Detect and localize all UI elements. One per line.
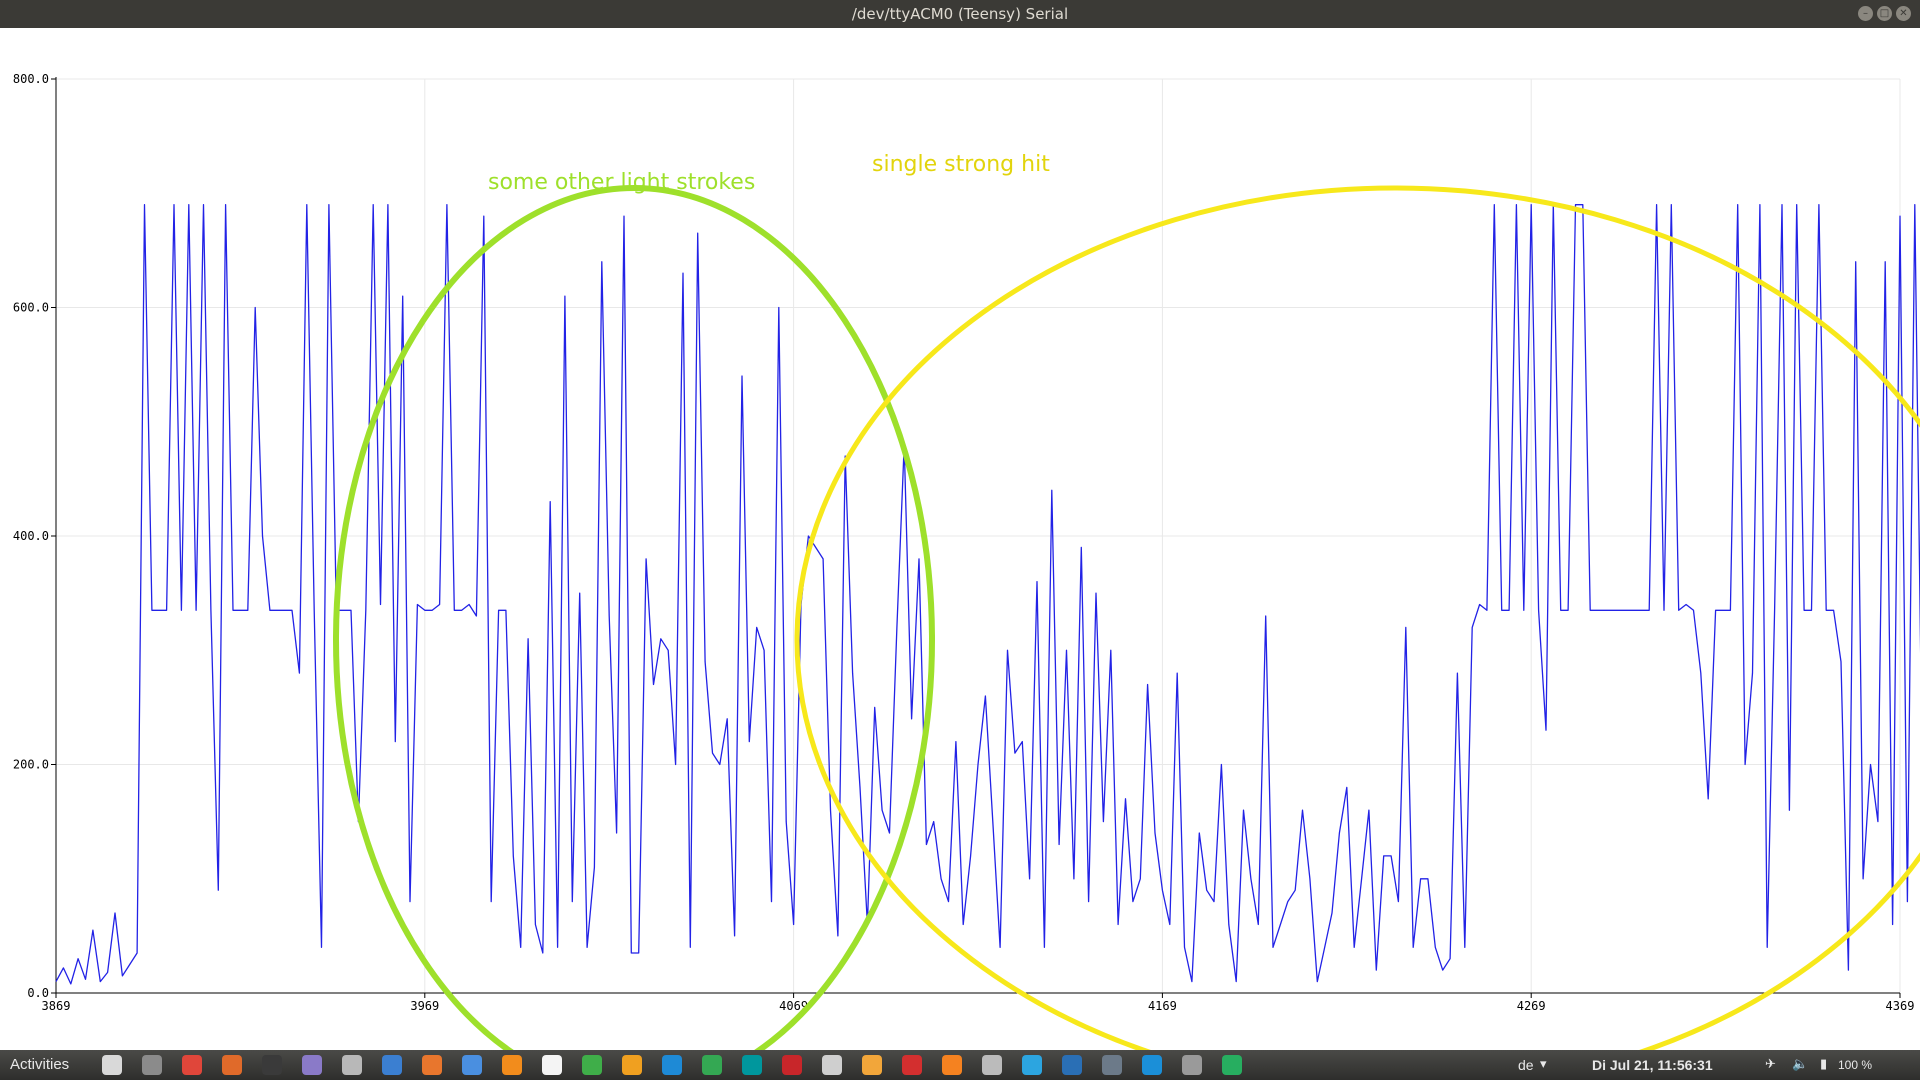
x-tick-label: 4169 bbox=[1148, 999, 1177, 1013]
plot-axes: 3869 3969 4069 4169 4269 43690.0200.0400.0600… bbox=[13, 72, 1915, 1013]
minimize-button[interactable]: – bbox=[1858, 6, 1873, 21]
window-title: /dev/ttyACM0 (Teensy) Serial bbox=[851, 5, 1069, 23]
taskbar: Activities de ▾ Di Jul 21, 11:56:31 ✈ 🔈 … bbox=[0, 1050, 1920, 1080]
chrome-icon[interactable] bbox=[702, 1055, 722, 1075]
x-tick-label: 3969 bbox=[410, 999, 439, 1013]
chromium-icon[interactable] bbox=[462, 1055, 482, 1075]
acrobat-icon[interactable] bbox=[902, 1055, 922, 1075]
clock[interactable]: Di Jul 21, 11:56:31 bbox=[1592, 1050, 1713, 1080]
battery-percentage: 100 % bbox=[1838, 1058, 1873, 1072]
plot-grid bbox=[55, 78, 1901, 994]
firefox-icon[interactable] bbox=[422, 1055, 442, 1075]
green-annotation-label: some other light strokes bbox=[488, 170, 755, 195]
filezilla-icon[interactable] bbox=[782, 1055, 802, 1075]
script-icon[interactable] bbox=[1102, 1055, 1122, 1075]
dropdown-arrow-icon[interactable]: ▾ bbox=[1540, 1058, 1547, 1072]
yellow-annotation-ellipse bbox=[794, 185, 1920, 1050]
gears-icon[interactable] bbox=[822, 1055, 842, 1075]
email-icon[interactable] bbox=[382, 1055, 402, 1075]
network-icon[interactable] bbox=[622, 1055, 642, 1075]
volume-icon[interactable]: 🔈 bbox=[1792, 1058, 1808, 1072]
spreadsheet-icon[interactable] bbox=[582, 1055, 602, 1075]
vscode-icon[interactable] bbox=[662, 1055, 682, 1075]
maximize-button[interactable]: □ bbox=[1877, 6, 1892, 21]
monitor-icon[interactable] bbox=[1142, 1055, 1162, 1075]
graph-icon[interactable] bbox=[1222, 1055, 1242, 1075]
headset-icon[interactable] bbox=[862, 1055, 882, 1075]
y-tick-label: 600.0 bbox=[13, 301, 49, 315]
x-tick-label: 4269 bbox=[1517, 999, 1546, 1013]
yellow-annotation-label: single strong hit bbox=[872, 152, 1050, 177]
y-tick-label: 800.0 bbox=[13, 72, 49, 86]
sublime-icon[interactable] bbox=[502, 1055, 522, 1075]
calendar-icon[interactable] bbox=[342, 1055, 362, 1075]
todo-icon[interactable] bbox=[182, 1055, 202, 1075]
app-grid-icon[interactable] bbox=[142, 1055, 162, 1075]
airplane-mode-icon[interactable]: ✈ bbox=[1765, 1058, 1776, 1072]
dvd-icon[interactable] bbox=[982, 1055, 1002, 1075]
x-tick-label: 4369 bbox=[1886, 999, 1915, 1013]
battery-icon[interactable]: ▮ bbox=[1820, 1058, 1827, 1072]
x-tick-label: 3869 bbox=[42, 999, 71, 1013]
telegram-icon[interactable] bbox=[1022, 1055, 1042, 1075]
gem-icon[interactable] bbox=[302, 1055, 322, 1075]
terminal-icon[interactable] bbox=[262, 1055, 282, 1075]
annotations-layer: some other light strokes single strong h… bbox=[333, 152, 1920, 1050]
window-titlebar: /dev/ttyACM0 (Teensy) Serial – □ ✕ bbox=[0, 0, 1920, 28]
y-tick-label: 0.0 bbox=[27, 986, 49, 1000]
software-center-icon[interactable] bbox=[222, 1055, 242, 1075]
close-button[interactable]: ✕ bbox=[1896, 6, 1911, 21]
wireshark-icon[interactable] bbox=[1062, 1055, 1082, 1075]
text-doc-icon[interactable] bbox=[542, 1055, 562, 1075]
vlc-icon[interactable] bbox=[942, 1055, 962, 1075]
serial-plotter-canvas[interactable]: 3869 3969 4069 4169 4269 43690.0200.0400.0600… bbox=[0, 28, 1920, 1050]
arduino-icon[interactable] bbox=[742, 1055, 762, 1075]
disk-icon[interactable] bbox=[1182, 1055, 1202, 1075]
y-tick-label: 200.0 bbox=[13, 758, 49, 772]
keyboard-layout-indicator[interactable]: de bbox=[1518, 1050, 1534, 1080]
y-tick-label: 400.0 bbox=[13, 529, 49, 543]
activities-button[interactable]: Activities bbox=[10, 1050, 69, 1080]
system-icon[interactable] bbox=[102, 1055, 122, 1075]
